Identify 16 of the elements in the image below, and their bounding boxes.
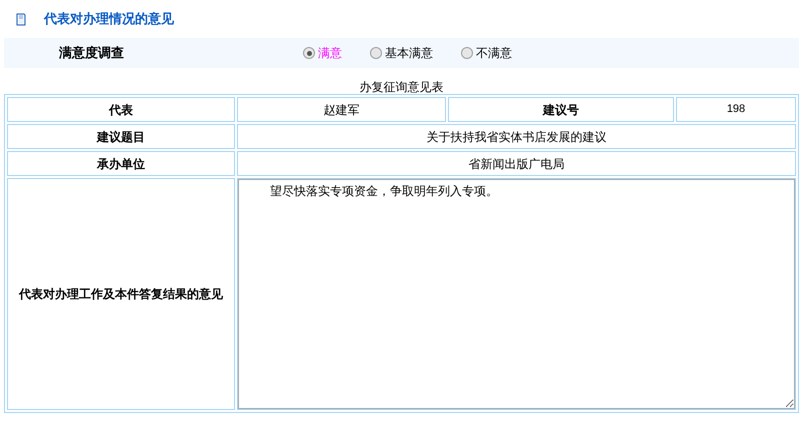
field-label: 代表对办理工作及本件答复结果的意见 <box>7 178 235 410</box>
field-value: 198 <box>676 97 796 122</box>
opinion-field[interactable]: 望尽快落实专项资金，争取明年列入专项。 <box>238 179 795 409</box>
field-value: 关于扶持我省实体书店发展的建议 <box>237 124 796 149</box>
field-label: 建议号 <box>448 97 674 122</box>
survey-label: 满意度调查 <box>59 44 125 62</box>
form-caption: 办复征询意见表 <box>360 80 444 94</box>
field-value: 赵建军 <box>237 97 446 122</box>
field-label: 建议题目 <box>7 124 235 149</box>
section-title: 代表对办理情况的意见 <box>44 10 174 28</box>
document-icon <box>16 12 26 26</box>
radio-option[interactable]: 基本满意 <box>370 44 433 62</box>
field-value: 省新闻出版广电局 <box>237 151 796 176</box>
field-label: 承办单位 <box>7 151 235 176</box>
field-label: 代表 <box>7 97 235 122</box>
radio-option[interactable]: 不满意 <box>461 44 512 62</box>
